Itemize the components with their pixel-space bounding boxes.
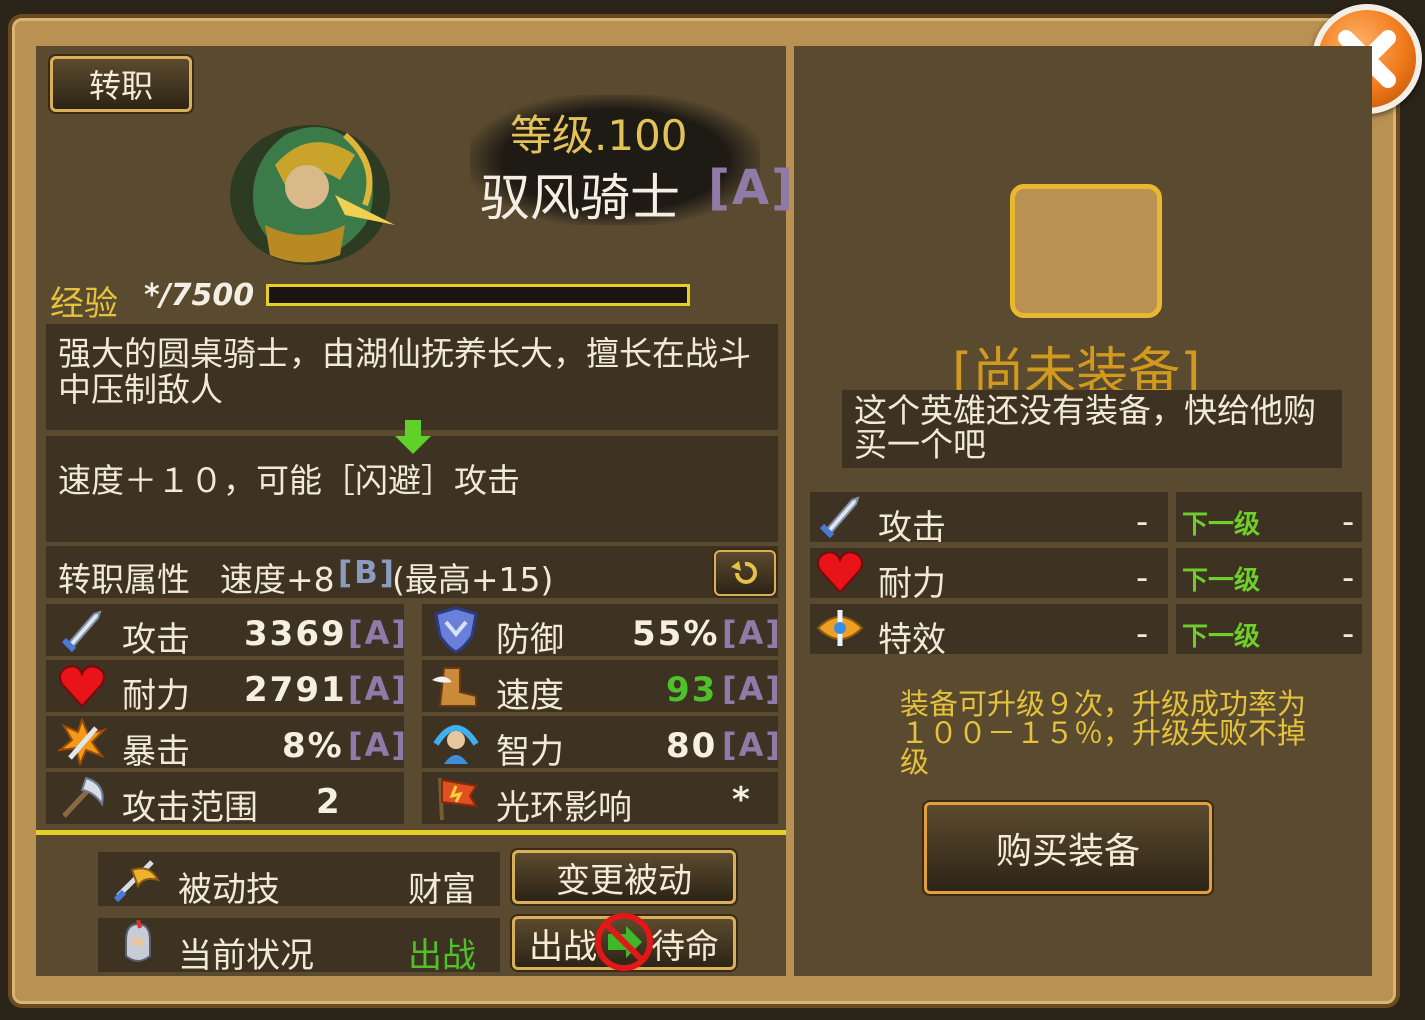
- exp-label: 经验: [50, 284, 118, 324]
- stat-grade-intellect: [A]: [722, 726, 783, 764]
- skill-text: 速度＋１０，可能［闪避］攻击: [58, 461, 520, 500]
- stat-grade-stamina: [A]: [348, 670, 409, 708]
- stat-label-crit: 暴击: [122, 732, 190, 772]
- reroll-button[interactable]: [714, 550, 776, 596]
- passive-value: 财富: [408, 870, 476, 910]
- heart-icon: [817, 551, 863, 594]
- shield-icon: [434, 606, 478, 654]
- stat-value-intellect: 80: [666, 726, 718, 766]
- equip-next-value-stamina: -: [1342, 558, 1355, 598]
- deploy-label: 出战: [529, 926, 597, 967]
- equip-next-value-effect: -: [1342, 614, 1355, 654]
- stat-grade-crit: [A]: [348, 726, 409, 764]
- equip-next-value-attack: -: [1342, 502, 1355, 542]
- special-effect-icon: [816, 610, 864, 646]
- stat-label-aura: 光环影响: [496, 788, 632, 828]
- stat-value-attack: 3369: [244, 614, 347, 654]
- upgrade-note: 装备可升级９次，升级成功率为１００－１５％，升级失败不掉级: [900, 687, 1307, 779]
- equip-label-attack: 攻击: [878, 508, 946, 548]
- status-value: 出战: [408, 936, 476, 976]
- stat-value-defense: 55%: [632, 614, 720, 654]
- job-change-button[interactable]: 转职: [50, 56, 192, 112]
- stat-grade-defense: [A]: [722, 614, 783, 652]
- job-attr-label: 转职属性: [58, 560, 190, 599]
- hero-grade: [A]: [708, 160, 796, 216]
- axe-icon: [62, 776, 104, 818]
- stat-label-attack-range: 攻击范围: [122, 788, 258, 828]
- stat-value-speed: 93: [666, 670, 718, 710]
- standby-label: 待命: [651, 926, 719, 967]
- sword-icon: [61, 610, 102, 653]
- stat-grade-attack: [A]: [348, 614, 409, 652]
- equip-next-label-stamina: 下一级: [1182, 566, 1261, 596]
- job-attr-max: (最高+15): [392, 560, 554, 599]
- status-label: 当前状况: [178, 936, 314, 976]
- stat-value-aura: *: [732, 780, 752, 820]
- equip-label-stamina: 耐力: [878, 564, 946, 604]
- hero-name: 驭风骑士: [480, 169, 680, 227]
- exp-bar: [266, 284, 690, 306]
- equip-value-stamina: -: [1136, 558, 1149, 598]
- stat-value-crit: 8%: [282, 726, 344, 766]
- arrow-down-icon: [395, 420, 431, 454]
- equip-label-effect: 特效: [878, 620, 946, 660]
- knight-helmet-icon: [125, 920, 151, 962]
- job-attr-grade: [B]: [338, 555, 396, 591]
- heart-icon: [59, 665, 105, 708]
- sword-icon: [819, 496, 860, 539]
- equip-next-label-attack: 下一级: [1182, 510, 1261, 540]
- mage-icon: [433, 725, 479, 764]
- critical-strike-icon: [56, 718, 108, 766]
- stat-label-stamina: 耐力: [122, 676, 190, 716]
- stat-label-intellect: 智力: [496, 732, 564, 772]
- no-entry-icon: [595, 913, 653, 971]
- buy-equipment-button[interactable]: 购买装备: [924, 802, 1212, 894]
- equip-value-effect: -: [1136, 614, 1149, 654]
- divider: [36, 830, 786, 835]
- stat-label-attack: 攻击: [122, 620, 190, 660]
- equip-next-label-effect: 下一级: [1182, 622, 1261, 652]
- passive-label: 被动技: [178, 870, 280, 910]
- refresh-icon: [731, 561, 757, 584]
- passive-skill-icon: [113, 860, 160, 903]
- job-attr-speed: 速度+8: [220, 560, 335, 599]
- exp-value: */7500: [144, 278, 255, 313]
- equipment-slot[interactable]: [1010, 184, 1162, 318]
- stat-grade-speed: [A]: [722, 670, 783, 708]
- stat-label-defense: 防御: [496, 620, 564, 660]
- change-passive-button[interactable]: 变更被动: [512, 850, 736, 904]
- hero-level: 等级.100: [510, 111, 688, 160]
- stat-value-stamina: 2791: [244, 670, 347, 710]
- flag-icon: [438, 777, 478, 821]
- stat-value-attack-range: 2: [316, 782, 342, 822]
- hero-portrait: [215, 105, 405, 270]
- equip-value-attack: -: [1136, 502, 1149, 542]
- winged-boot-icon: [432, 667, 477, 707]
- stat-label-speed: 速度: [496, 676, 564, 716]
- hero-description: 强大的圆桌骑士，由湖仙抚养长大，擅长在战斗中压制敌人: [58, 334, 751, 409]
- equipment-desc: 这个英雄还没有装备，快给他购买一个吧: [854, 391, 1316, 464]
